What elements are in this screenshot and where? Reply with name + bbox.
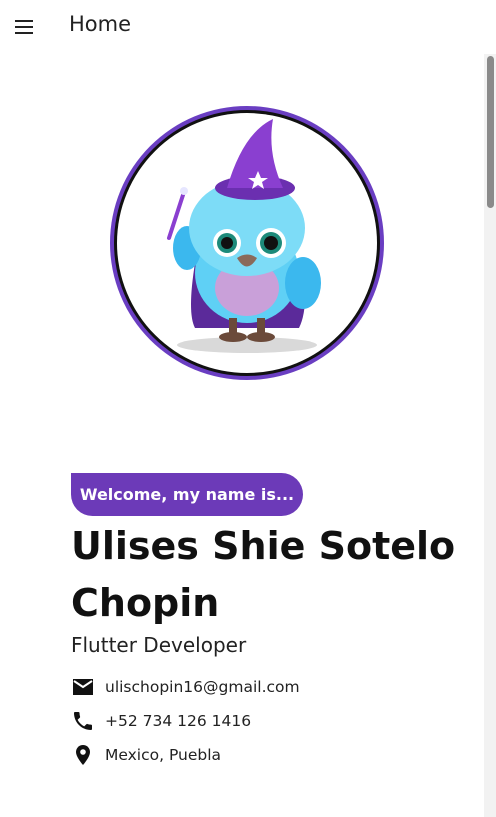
scrollbar-thumb[interactable] bbox=[487, 56, 494, 208]
page-title: Home bbox=[69, 12, 132, 36]
profile-role: Flutter Developer bbox=[71, 633, 247, 657]
profile-name: Ulises Shie Sotelo Chopin bbox=[71, 524, 456, 625]
contact-phone-row[interactable]: +52 734 126 1416 bbox=[71, 708, 251, 734]
avatar bbox=[117, 113, 377, 373]
wizard-owl-illustration bbox=[167, 119, 321, 353]
location-pin-icon bbox=[76, 745, 90, 765]
email-icon bbox=[73, 679, 93, 695]
hamburger-menu-icon[interactable] bbox=[13, 17, 37, 37]
contact-location-row[interactable]: Mexico, Puebla bbox=[71, 742, 221, 768]
app-bar: Home bbox=[0, 0, 496, 54]
contact-email-row[interactable]: ulischopin16@gmail.com bbox=[71, 674, 300, 700]
contact-email-text: ulischopin16@gmail.com bbox=[105, 678, 300, 696]
contact-location-text: Mexico, Puebla bbox=[105, 746, 222, 764]
phone-icon bbox=[74, 712, 92, 730]
contact-phone-text: +52 734 126 1416 bbox=[105, 712, 252, 730]
welcome-badge: Welcome, my name is... bbox=[71, 473, 303, 516]
